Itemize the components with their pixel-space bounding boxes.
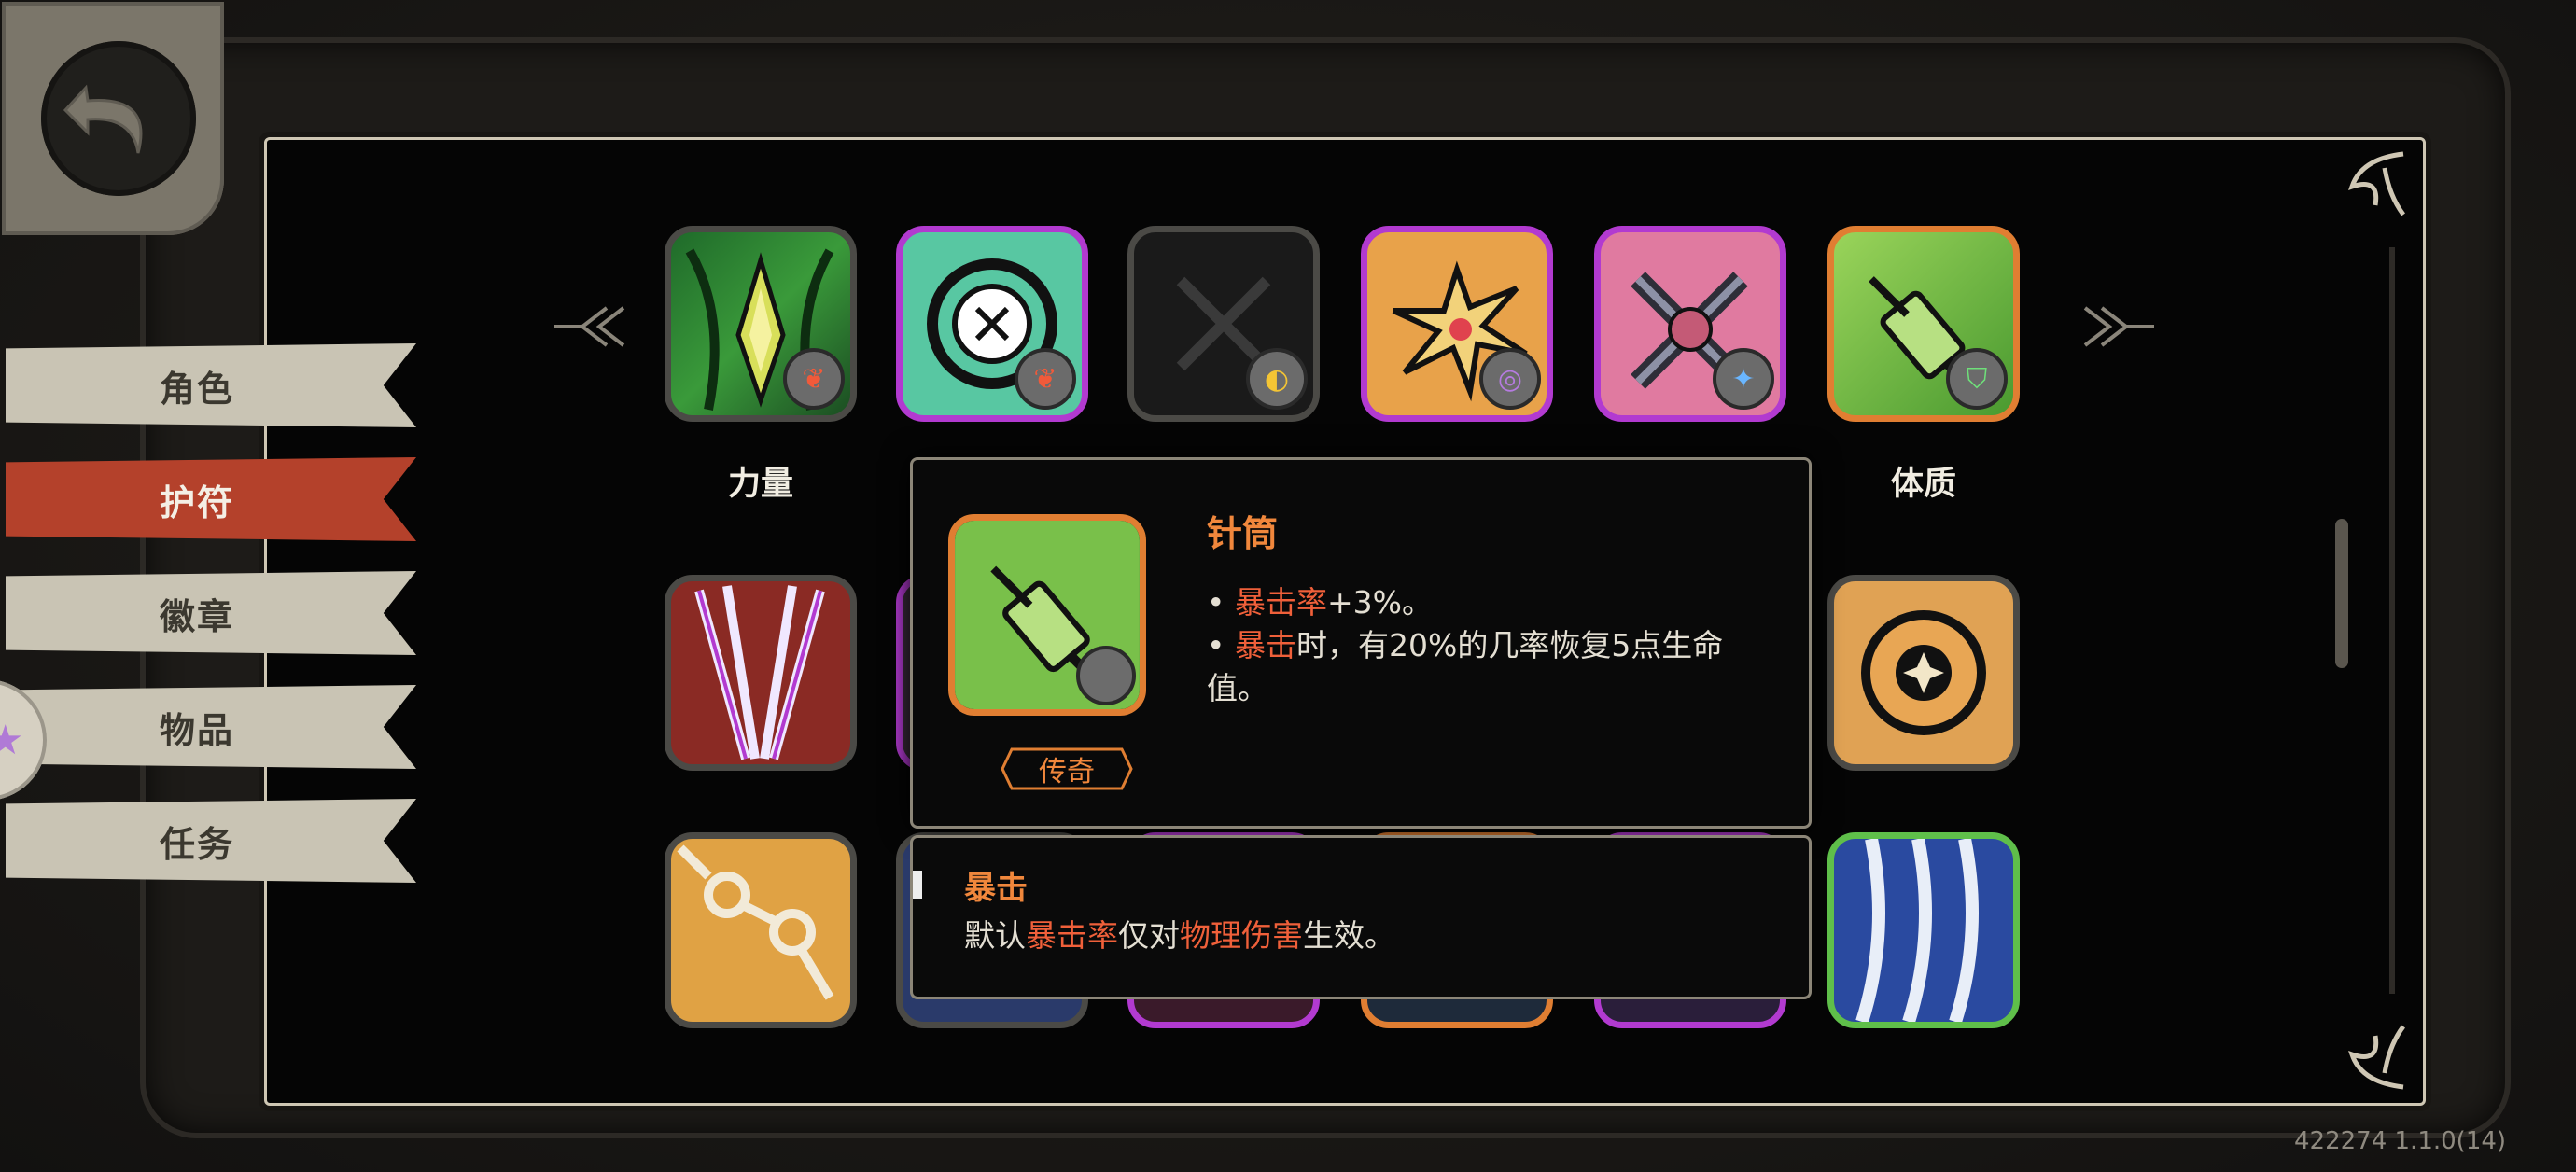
rarity-label: 传奇 bbox=[1039, 756, 1095, 788]
tab-charms[interactable]: 护符 bbox=[6, 457, 416, 541]
category-label: 力量 bbox=[727, 466, 793, 503]
crit-rate-keyword[interactable]: 暴击率 bbox=[1235, 584, 1327, 621]
scrollbar[interactable] bbox=[2335, 519, 2348, 668]
version-label: 422274 1.1.0(14) bbox=[2294, 1127, 2507, 1155]
effect-text: +3%。 bbox=[1326, 584, 1433, 621]
star-icon: ★ bbox=[0, 717, 24, 764]
tip-marker bbox=[913, 871, 922, 899]
text: 仅对 bbox=[1118, 917, 1180, 954]
back-button[interactable] bbox=[2, 2, 224, 235]
syringe-charm-tile[interactable]: ⛉ bbox=[1827, 226, 2020, 422]
waterfall-icon bbox=[1855, 839, 1979, 1022]
star-seal-icon bbox=[1861, 610, 1986, 735]
text: 默认 bbox=[964, 917, 1026, 954]
category-label: 体质 bbox=[1890, 466, 1956, 503]
corner-ornament-icon bbox=[2348, 151, 2406, 216]
constitution-badge-icon: ⛉ bbox=[1946, 348, 2008, 410]
tab-badges[interactable]: 徽章 bbox=[6, 571, 416, 655]
tab-items[interactable]: 物品 bbox=[6, 685, 416, 769]
text: 生效。 bbox=[1303, 917, 1395, 954]
perception-badge-icon: ✦ bbox=[1713, 348, 1774, 410]
constitution-badge-icon bbox=[1076, 646, 1136, 705]
charm-tile[interactable]: ◎ bbox=[1361, 226, 1553, 422]
tab-quests[interactable]: 任务 bbox=[6, 799, 416, 883]
crit-keyword[interactable]: 暴击 bbox=[1235, 627, 1296, 663]
tab-character[interactable]: 角色 bbox=[6, 343, 416, 427]
charm-tooltip: 针筒 • 暴击率+3%。 • 暴击时，有20%的几率恢复5点生命值。 传奇 bbox=[910, 457, 1812, 829]
charm-tile[interactable]: ✦ bbox=[1594, 226, 1786, 422]
strength-badge-icon: ❦ bbox=[1015, 348, 1076, 410]
intellect-badge-icon: ◎ bbox=[1479, 348, 1541, 410]
corner-ornament-icon bbox=[2348, 1025, 2406, 1090]
scroll-track bbox=[2389, 247, 2395, 994]
charm-tile[interactable] bbox=[1827, 575, 2020, 771]
charm-tile[interactable]: ❦ bbox=[665, 226, 857, 422]
charm-tile[interactable] bbox=[665, 575, 857, 771]
back-arrow-icon bbox=[63, 84, 143, 154]
keyword-title: 暴击 bbox=[964, 870, 1028, 907]
charm-name: 针筒 bbox=[1207, 513, 1279, 554]
empty-charm-slot[interactable]: ◐ bbox=[1127, 226, 1320, 422]
next-page-arrow-icon[interactable] bbox=[2074, 299, 2158, 355]
crit-rate-keyword: 暴击率 bbox=[1026, 917, 1118, 954]
tooltip-charm-icon bbox=[948, 514, 1146, 716]
claw-slash-icon bbox=[694, 585, 825, 760]
agility-badge-icon: ◐ bbox=[1246, 348, 1308, 410]
charm-tile[interactable] bbox=[1827, 832, 2020, 1028]
physical-damage-keyword: 物理伤害 bbox=[1180, 917, 1303, 954]
strength-badge-icon: ❦ bbox=[783, 348, 845, 410]
charm-description: • 暴击率+3%。 • 暴击时，有20%的几率恢复5点生命值。 bbox=[1207, 584, 1724, 706]
rarity-tag: 传奇 bbox=[999, 746, 1135, 792]
prev-page-arrow-icon[interactable] bbox=[551, 299, 635, 355]
keyword-description: 默认暴击率仅对物理伤害生效。 bbox=[964, 911, 1395, 956]
charm-tile[interactable]: ❦ bbox=[896, 226, 1088, 422]
charm-tile[interactable] bbox=[665, 832, 857, 1028]
keyword-tooltip: 暴击 默认暴击率仅对物理伤害生效。 bbox=[910, 835, 1812, 999]
chain-icon bbox=[677, 844, 834, 1000]
